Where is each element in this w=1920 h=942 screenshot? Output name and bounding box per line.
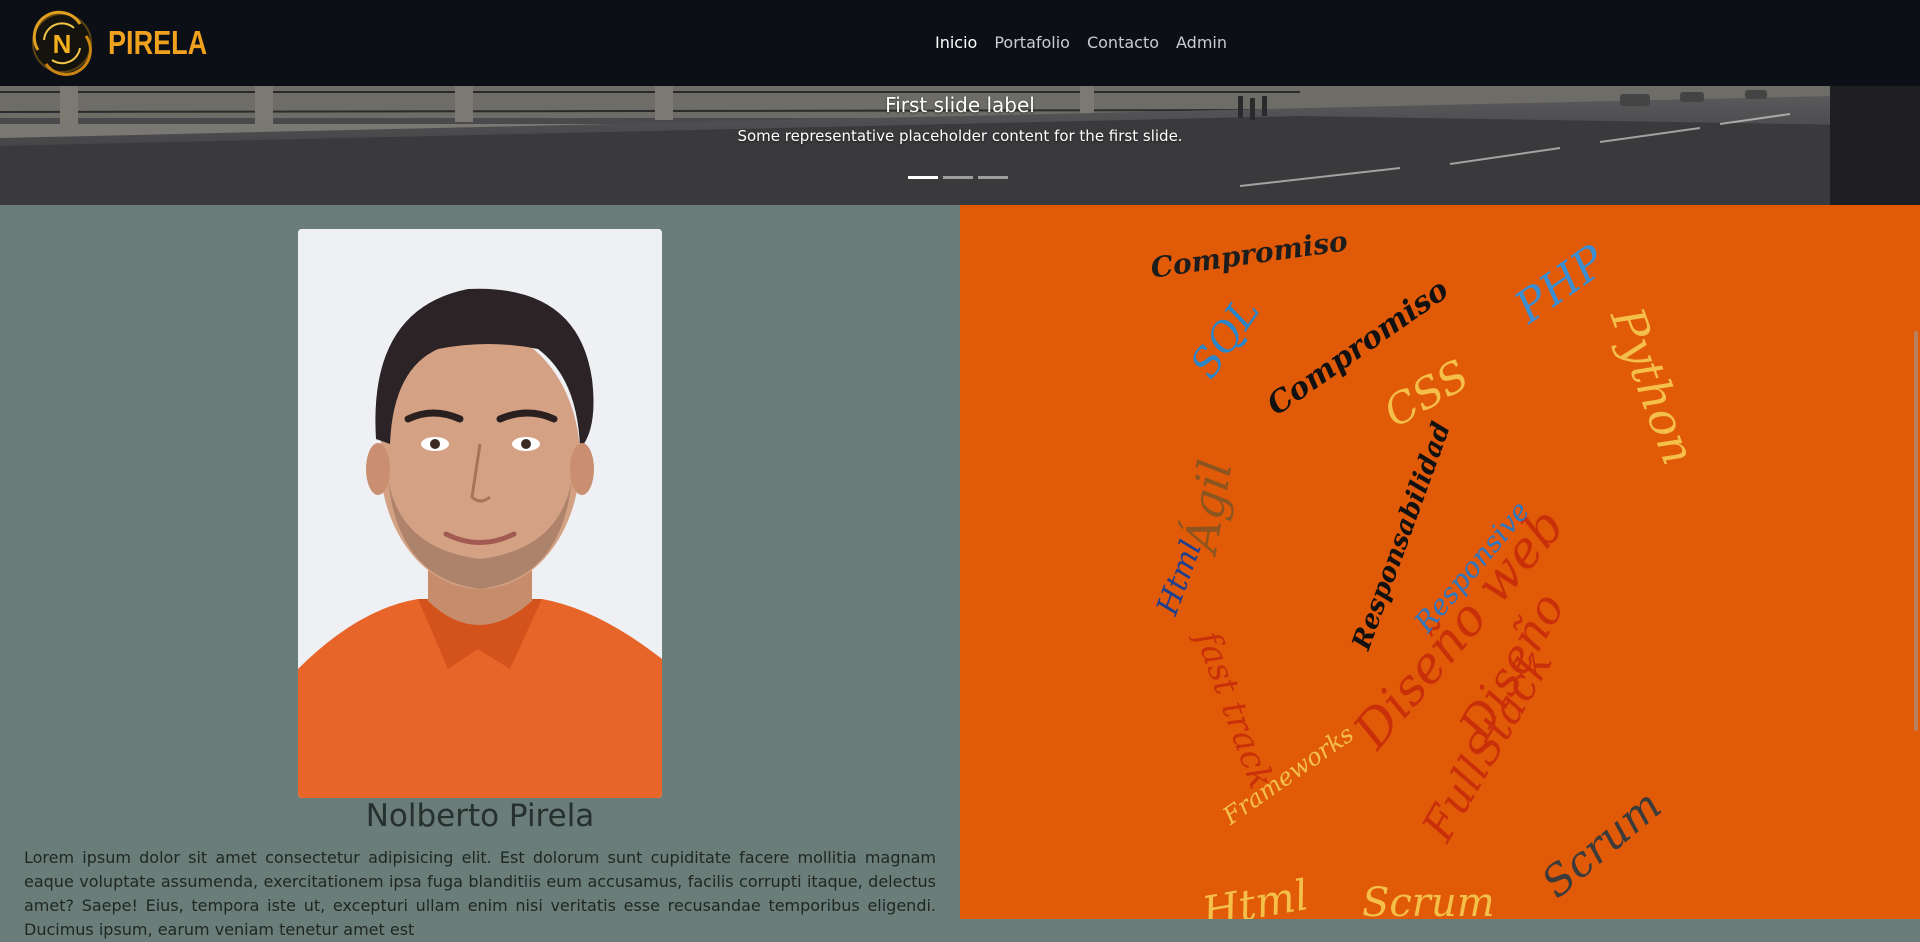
wordcloud-word: Scrum (1362, 880, 1495, 919)
carousel-indicator[interactable] (978, 176, 1008, 179)
brand[interactable]: N PIRELA (28, 10, 229, 76)
main-nav: Inicio Portafolio Contacto Admin (935, 33, 1227, 52)
wordcloud-word: PHP (1505, 235, 1616, 334)
profile-section: Nolberto Pirela Lorem ipsum dolor sit am… (0, 205, 960, 939)
navbar: N PIRELA Inicio Portafolio Contacto Admi… (0, 0, 1920, 86)
carousel-indicator[interactable] (943, 176, 973, 179)
wordcloud-section: Compromiso SQL PHP CSS Python Html Ágil … (960, 205, 1920, 919)
caption-text: Some representative placeholder content … (737, 127, 1183, 145)
nav-link-inicio[interactable]: Inicio (935, 33, 977, 52)
profile-bio: Lorem ipsum dolor sit amet consectetur a… (24, 848, 936, 939)
wordcloud-word: Html (1198, 870, 1313, 919)
svg-text:N: N (53, 29, 72, 59)
nav-link-contacto[interactable]: Contacto (1087, 33, 1159, 52)
wordcloud-word: Ágil (1173, 455, 1243, 557)
nav-link-admin[interactable]: Admin (1176, 33, 1227, 52)
caption-title: First slide label (885, 93, 1035, 117)
page-scrollbar[interactable] (1912, 86, 1920, 919)
wordcloud-word: Compromiso (1148, 224, 1350, 285)
hero-carousel[interactable]: First slide label Some representative pl… (0, 86, 1920, 205)
wordcloud-word: fast track (1187, 625, 1282, 795)
wordcloud-word: Scrum (1532, 780, 1671, 908)
wordcloud-word: SQL (1181, 289, 1270, 387)
profile-name: Nolberto Pirela (365, 798, 595, 834)
carousel-indicator[interactable] (908, 176, 938, 179)
carousel-indicators (908, 176, 1008, 179)
profile-photo-image (298, 229, 662, 798)
wordcloud-image: Compromiso SQL PHP CSS Python Html Ágil … (1132, 223, 1714, 919)
nav-link-portafolio[interactable]: Portafolio (994, 33, 1070, 52)
scrollbar-thumb[interactable] (1914, 331, 1918, 731)
brand-logo-icon: N (32, 10, 92, 76)
brand-name: PIRELA (108, 24, 208, 61)
wordcloud-word: Python (1600, 300, 1707, 472)
profile-photo (298, 229, 662, 798)
